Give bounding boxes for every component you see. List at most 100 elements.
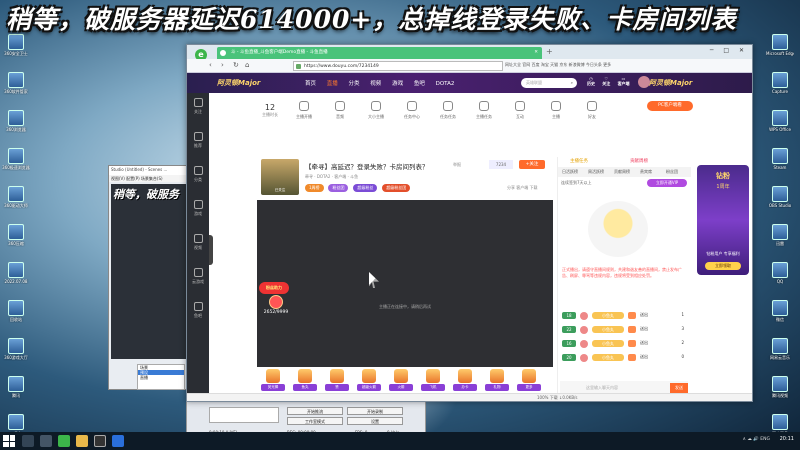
back-icon[interactable]: ‹ <box>209 61 212 69</box>
rank-label[interactable]: 主播任务 <box>570 157 588 167</box>
obs-menu[interactable]: 视图(V) 配置(P) 场景集合(S) <box>109 175 187 182</box>
chat-tab[interactable]: 粉丝团 <box>666 167 678 177</box>
desktop-icon[interactable]: 360浏览器 <box>2 110 30 142</box>
desktop-icon[interactable]: 迅雷 <box>766 224 794 256</box>
client-icon[interactable]: ▭ 客户端 <box>618 76 630 87</box>
tool-item[interactable]: 音频 <box>327 101 353 120</box>
window-controls[interactable]: ─ □ ✕ <box>710 47 748 54</box>
desktop-icon[interactable]: 腾讯视频 <box>766 376 794 408</box>
nav-item[interactable]: 首页 <box>305 81 316 87</box>
desktop-icon[interactable]: 腾讯 <box>2 376 30 408</box>
report-link[interactable]: 举报 <box>453 162 461 168</box>
desktop-icon[interactable]: 360极速浏览器 <box>2 148 30 180</box>
rail-item[interactable]: 游戏 <box>187 195 209 229</box>
new-tab-icon[interactable]: + <box>546 47 553 56</box>
desktop-icon[interactable]: 网易云音乐 <box>766 338 794 370</box>
settings-button[interactable]: 设置 <box>347 417 403 425</box>
tool-item[interactable]: 互动 <box>507 101 533 120</box>
start-stream-button[interactable]: 开始推流 <box>287 407 343 415</box>
windows-start-icon[interactable] <box>3 435 15 447</box>
browser-taskbar-icon[interactable] <box>58 435 70 447</box>
desktop-icon[interactable]: 360安全卫士 <box>2 34 30 66</box>
address-bar[interactable]: https://www.douyu.com/7234149 <box>293 61 503 71</box>
chat-tab[interactable]: 贵宾席 <box>640 167 652 177</box>
browser-window[interactable]: e 斗 - 斗鱼直播_斗鱼客户端Demo直播 - 斗鱼直播 ✕ + ─ □ ✕ … <box>186 44 753 402</box>
rail-item[interactable]: 推荐 <box>187 127 209 161</box>
obs-taskbar-icon[interactable] <box>94 435 106 447</box>
gift-item[interactable]: 办卡 <box>453 369 477 391</box>
bookmarks-bar[interactable]: 网址大全 官网 百度 淘宝 天猫 京东 新浪微博 今日头条 更多 <box>505 62 611 68</box>
rail-item[interactable]: 鱼吧 <box>187 297 209 331</box>
gift-item[interactable]: 飞机 <box>421 369 445 391</box>
nav-item[interactable]: 鱼吧 <box>414 81 425 87</box>
pc-client-button[interactable]: PC客户端看 <box>647 101 693 111</box>
chat-tab[interactable]: 贡献周榜 <box>614 167 630 177</box>
scene-item[interactable]: 直播 <box>138 375 184 380</box>
desktop-icon[interactable]: Steam <box>766 148 794 180</box>
tab-close-icon[interactable]: ✕ <box>534 47 538 59</box>
share-link[interactable]: 分享 客户端 下载 <box>507 185 538 191</box>
desktop-icon[interactable]: OBS Studio <box>766 186 794 218</box>
rail-item[interactable]: 视频 <box>187 229 209 263</box>
subscribe-button[interactable]: +关注 <box>519 160 545 169</box>
desktop-icon[interactable]: 360软件管家 <box>2 72 30 104</box>
ad-button[interactable]: 立即领取 <box>705 262 741 270</box>
history-icon[interactable]: ◷ 历史 <box>587 76 595 87</box>
tool-item[interactable]: 主播开播 <box>291 101 317 120</box>
desktop-icon[interactable]: QQ <box>766 262 794 294</box>
anchor-avatar[interactable]: 已关注 <box>261 159 299 195</box>
tool-item[interactable]: 好友 <box>579 101 605 120</box>
gift-item[interactable]: 礼物 <box>485 369 509 391</box>
tool-item[interactable]: 主播 <box>543 101 569 120</box>
ad-banner[interactable]: 钻粉 1周年 钻粉用户 专享福利 立即领取 <box>697 165 749 275</box>
chat-tab[interactable]: 周活跃榜 <box>588 167 604 177</box>
nav-item[interactable]: 视频 <box>370 81 381 87</box>
rail-collapse-handle[interactable] <box>209 235 213 265</box>
tag[interactable]: 超级粉丝团 <box>382 184 411 192</box>
desktop-icon[interactable]: 360压缩 <box>2 224 30 256</box>
search-icon[interactable] <box>22 435 34 447</box>
site-search-input[interactable]: 英雄联盟 ⌕ <box>521 78 577 88</box>
obs-window[interactable]: Studio (Untitled) - Scenes ... 视图(V) 配置(… <box>108 165 188 390</box>
explorer-taskbar-icon[interactable] <box>76 435 88 447</box>
system-tray[interactable]: ∧ ☁ 🔊 ENG <box>743 437 770 442</box>
video-player[interactable]: 主播正在连接中，请稍后再试 <box>257 200 553 367</box>
desktop-icon[interactable]: 360游戏大厅 <box>2 338 30 370</box>
desktop-icon[interactable]: Microsoft Edge <box>766 34 794 66</box>
chat-tab[interactable]: 日活跃榜 <box>562 167 578 177</box>
clock[interactable]: 20:11 <box>780 436 794 442</box>
gift-item[interactable]: 赞 <box>325 369 349 391</box>
home-icon[interactable]: ⌂ <box>245 61 249 69</box>
desktop-icon[interactable]: Capture <box>766 72 794 104</box>
tool-item[interactable]: 大小主播 <box>363 101 389 120</box>
desktop-icon[interactable]: 微信 <box>766 300 794 332</box>
forward-icon[interactable]: › <box>221 61 224 69</box>
rank-label-2[interactable]: 贡献周榜 <box>630 157 648 167</box>
vip-button[interactable]: 立即开通VIP <box>647 179 687 187</box>
rail-item[interactable]: 关注 <box>187 93 209 127</box>
refresh-icon[interactable]: ↻ <box>233 61 239 69</box>
follow-icon[interactable]: ♡ 关注 <box>602 76 610 87</box>
task-view-icon[interactable] <box>40 435 52 447</box>
gift-item[interactable]: 鱼丸 <box>293 369 317 391</box>
tool-item[interactable]: 任务中心 <box>399 101 425 120</box>
studio-mode-button[interactable]: 工作室模式 <box>287 417 343 425</box>
tag[interactable]: 粉丝团 <box>328 184 349 192</box>
nav-item[interactable]: DOTA2 <box>436 81 455 87</box>
brand-logo-right[interactable]: 阿灵顿Major <box>649 78 692 88</box>
tag[interactable]: 1周榜 <box>305 184 324 192</box>
desktop-icon[interactable]: WPS Office <box>766 110 794 142</box>
search-icon[interactable]: ⌕ <box>571 78 573 88</box>
rail-item[interactable]: 云游戏 <box>187 263 209 297</box>
gift-item[interactable]: 火箭 <box>389 369 413 391</box>
start-record-button[interactable]: 开始录制 <box>347 407 403 415</box>
gift-item[interactable]: 更多 <box>517 369 541 391</box>
gift-item[interactable]: 荧光棒 <box>261 369 285 391</box>
nav-item[interactable]: 游戏 <box>392 81 403 87</box>
fans-badge[interactable]: 粉丝助力 2652/9999 <box>259 282 293 322</box>
browser-tab[interactable]: 斗 - 斗鱼直播_斗鱼客户端Demo直播 - 斗鱼直播 ✕ <box>217 47 542 59</box>
gift-item[interactable]: 超级火箭 <box>357 369 381 391</box>
desktop-icon[interactable]: 回收站 <box>2 300 30 332</box>
scene-list[interactable]: 场景 预设 直播 <box>137 364 185 390</box>
tool-item[interactable]: 主播任务 <box>471 101 497 120</box>
